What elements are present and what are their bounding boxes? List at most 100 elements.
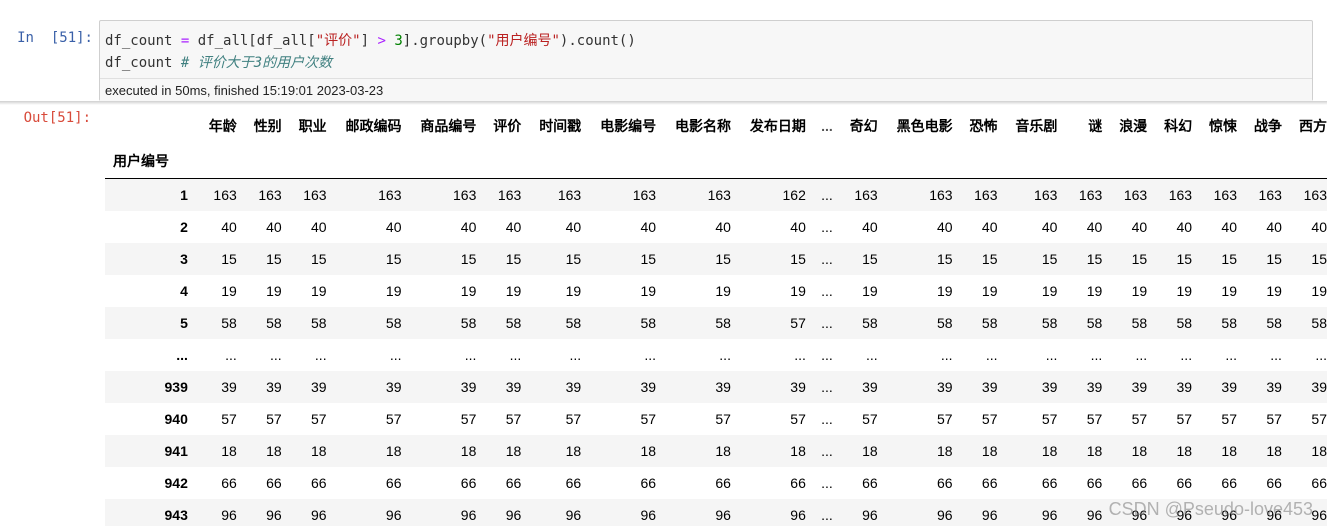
table-cell: 39 bbox=[1131, 379, 1148, 395]
table-cell: 40 bbox=[1176, 219, 1193, 235]
index-name-spacer bbox=[730, 144, 806, 179]
table-cell: 96 bbox=[715, 507, 731, 523]
table-cell: 15 bbox=[266, 251, 282, 267]
column-header: 惊悚 bbox=[1209, 118, 1237, 134]
table-cell: 66 bbox=[1266, 475, 1282, 491]
table-cell: 15 bbox=[221, 251, 237, 267]
table-cell: ... bbox=[821, 251, 833, 267]
column-header: 浪漫 bbox=[1119, 118, 1148, 134]
table-cell: ... bbox=[389, 347, 402, 363]
index-name-spacer bbox=[281, 144, 327, 179]
code-line-1: df_count = df_all[df_all["评价"] > 3].grou… bbox=[105, 33, 636, 49]
table-cell: 40 bbox=[565, 219, 582, 235]
input-prompt-label: In bbox=[17, 30, 34, 46]
table-cell: 66 bbox=[266, 475, 282, 491]
table-cell: 39 bbox=[715, 379, 731, 395]
table-cell: 40 bbox=[460, 219, 477, 235]
table-cell: 66 bbox=[460, 475, 477, 491]
column-header: 电影编号 bbox=[600, 118, 657, 134]
table-cell: 15 bbox=[1221, 251, 1237, 267]
table-cell: 18 bbox=[1131, 443, 1148, 459]
table-cell: 19 bbox=[1131, 283, 1148, 299]
row-index: ... bbox=[176, 347, 188, 363]
table-cell: 66 bbox=[1041, 475, 1058, 491]
table-cell: 163 bbox=[854, 187, 878, 203]
table-cell: 15 bbox=[460, 251, 477, 267]
column-header: 恐怖 bbox=[969, 118, 998, 134]
row-index: 942 bbox=[164, 475, 188, 491]
column-header: 时间戳 bbox=[539, 118, 582, 134]
table-cell: 163 bbox=[1258, 187, 1282, 203]
table-cell: 40 bbox=[640, 219, 657, 235]
table-cell: 15 bbox=[1086, 251, 1103, 267]
table-cell: ... bbox=[1270, 347, 1282, 363]
table-cell: 15 bbox=[385, 251, 402, 267]
index-name-row: 用户编号 bbox=[105, 144, 1327, 179]
table-row: 2 40 40 40 40 40 40 40 40 40 40... 40 40 40 40 40 40 40 40… bbox=[105, 211, 1327, 243]
table-cell: 18 bbox=[1311, 443, 1327, 459]
index-name-spacer bbox=[326, 144, 402, 179]
table-cell: 19 bbox=[1041, 283, 1058, 299]
table-cell: 163 bbox=[303, 187, 327, 203]
table-cell: 57 bbox=[385, 411, 402, 427]
table-cell: 18 bbox=[937, 443, 953, 459]
table-cell: 96 bbox=[981, 507, 998, 523]
row-index: 4 bbox=[180, 283, 188, 299]
table-cell: 18 bbox=[640, 443, 657, 459]
table-cell: 58 bbox=[565, 315, 582, 331]
table-cell: 19 bbox=[460, 283, 477, 299]
table-cell: 19 bbox=[311, 283, 327, 299]
table-cell: ... bbox=[985, 347, 998, 363]
table-cell: 18 bbox=[266, 443, 282, 459]
table-cell: 58 bbox=[505, 315, 522, 331]
watermark: CSDN @Pseudo-love453 bbox=[1108, 499, 1313, 519]
table-cell: 96 bbox=[385, 507, 402, 523]
table-cell: 57 bbox=[460, 411, 477, 427]
table-cell: 15 bbox=[715, 251, 731, 267]
table-cell: 57 bbox=[221, 411, 237, 427]
notebook-page: In [51]: df_count = df_all[df_all["评价"] … bbox=[0, 0, 1327, 526]
table-cell: ... bbox=[821, 411, 833, 427]
column-header: 战争 bbox=[1253, 118, 1282, 134]
table-cell: 40 bbox=[862, 219, 878, 235]
table-cell: 66 bbox=[790, 475, 806, 491]
table-cell: 96 bbox=[1086, 507, 1103, 523]
header-corner bbox=[105, 108, 192, 144]
table-cell: ... bbox=[1315, 347, 1327, 363]
index-name-spacer bbox=[1237, 144, 1282, 179]
table-cell: 15 bbox=[311, 251, 327, 267]
column-header: 评价 bbox=[493, 118, 522, 134]
table-cell: ... bbox=[1225, 347, 1237, 363]
row-index: 5 bbox=[180, 315, 188, 331]
table-cell: 163 bbox=[213, 187, 237, 203]
table-cell: 58 bbox=[1221, 315, 1237, 331]
table-cell: 66 bbox=[640, 475, 657, 491]
table-cell: 18 bbox=[1086, 443, 1103, 459]
table-cell: 57 bbox=[1311, 411, 1327, 427]
table-cell: 58 bbox=[1266, 315, 1282, 331]
index-name-spacer bbox=[476, 144, 522, 179]
column-header: 奇幻 bbox=[849, 118, 878, 134]
column-header: 职业 bbox=[298, 118, 327, 134]
column-header-ellipsis: ... bbox=[821, 118, 833, 134]
index-name-spacer bbox=[1281, 144, 1327, 179]
table-cell: 18 bbox=[1041, 443, 1058, 459]
table-cell: 19 bbox=[266, 283, 282, 299]
table-cell: 66 bbox=[385, 475, 402, 491]
table-row: 4 19 19 19 19 19 19 19 19 19 19... 19 19 19 19 19 19 19 19… bbox=[105, 275, 1327, 307]
table-cell: 57 bbox=[862, 411, 878, 427]
column-header: 西方 bbox=[1299, 118, 1327, 134]
code-editor[interactable]: df_count = df_all[df_all["评价"] > 3].grou… bbox=[99, 20, 1313, 102]
table-cell: 39 bbox=[790, 379, 806, 395]
table-cell: 66 bbox=[1221, 475, 1237, 491]
table-cell: 40 bbox=[937, 219, 953, 235]
table-cell: 58 bbox=[937, 315, 953, 331]
table-cell: 57 bbox=[1221, 411, 1237, 427]
index-name-spacer bbox=[877, 144, 953, 179]
table-cell: 96 bbox=[1041, 507, 1058, 523]
row-index: 943 bbox=[164, 507, 188, 523]
row-index: 940 bbox=[164, 411, 188, 427]
table-cell: 163 bbox=[974, 187, 998, 203]
table-cell: 58 bbox=[266, 315, 282, 331]
table-cell: 96 bbox=[460, 507, 477, 523]
